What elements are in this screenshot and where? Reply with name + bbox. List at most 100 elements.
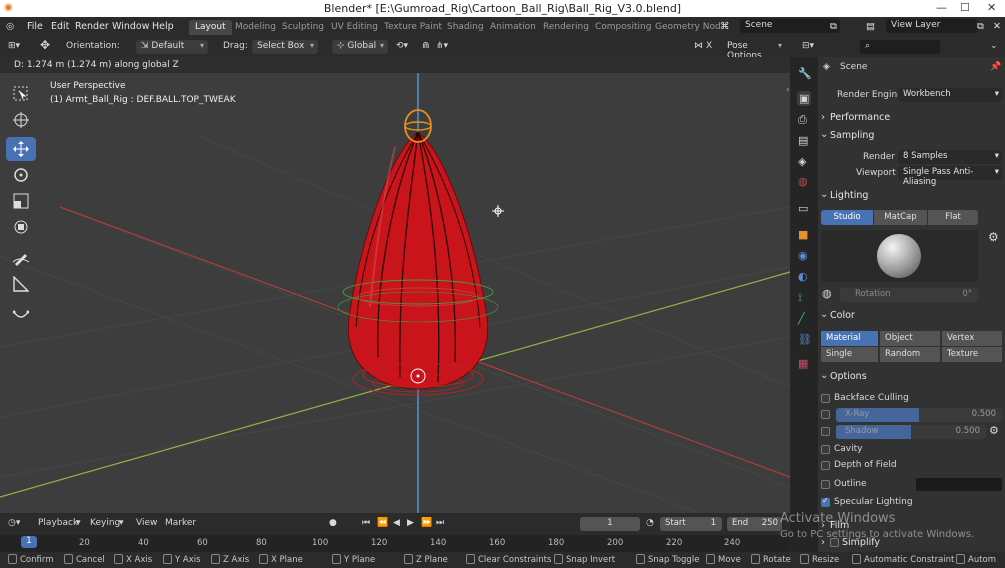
rotate-tool[interactable]	[6, 163, 36, 187]
prev-keyframe-icon[interactable]: ⏪	[377, 518, 388, 528]
stopwatch-icon[interactable]: ◔	[646, 518, 654, 528]
ball-mesh[interactable]	[347, 131, 489, 390]
color-random-button[interactable]: Random	[880, 347, 940, 362]
color-panel[interactable]: ⌄ Color	[818, 307, 1005, 325]
transform-tool[interactable]	[6, 215, 36, 239]
performance-panel[interactable]: › Performance	[818, 109, 1005, 127]
scene-field[interactable]: Scene	[740, 19, 840, 33]
object-tab-icon[interactable]: ■	[798, 228, 808, 241]
measure-tool[interactable]	[6, 272, 36, 296]
xray-checkbox[interactable]	[821, 410, 830, 419]
lighting-studio-button[interactable]: Studio	[821, 210, 873, 225]
scene-tab-icon[interactable]: ◈	[798, 155, 806, 168]
menu-window[interactable]: Window	[112, 21, 149, 32]
shadow-settings-icon[interactable]: ⚙	[989, 424, 999, 437]
view-layer-tab-icon[interactable]: ▤	[798, 134, 808, 147]
depth-of-field-checkbox[interactable]	[821, 461, 830, 470]
playback-menu[interactable]: Playback	[38, 518, 78, 528]
shadow-slider[interactable]: Shadow 0.500	[836, 425, 986, 439]
next-keyframe-icon[interactable]: ⏩	[421, 518, 432, 528]
world-space-lighting-icon[interactable]: ◍	[822, 287, 832, 300]
blender-menu-icon[interactable]: ◎	[6, 21, 14, 32]
constraint-tab-icon[interactable]: ⛓	[798, 333, 812, 346]
view-layer-field[interactable]: View Layer	[886, 19, 978, 33]
drag-dropdown[interactable]: Select Box ▾	[252, 40, 318, 54]
snap-target-icon[interactable]: ⋔▾	[436, 41, 448, 51]
menu-render[interactable]: Render	[75, 21, 109, 32]
orientation-dropdown[interactable]: ⇲ Default ▾	[136, 40, 208, 54]
menu-file[interactable]: File	[27, 21, 43, 32]
tab-sculpting[interactable]: Sculpting	[276, 20, 330, 35]
texture-tab-icon[interactable]: ▦	[798, 357, 808, 370]
viewport-aa-dropdown[interactable]: Single Pass Anti-Aliasing ▾	[898, 166, 1002, 187]
render-samples-dropdown[interactable]: 8 Samples ▾	[898, 150, 1002, 164]
options-panel[interactable]: ⌄ Options	[818, 368, 1005, 386]
view-layer-icon[interactable]: ▤	[866, 21, 875, 32]
keying-menu[interactable]: Keying	[90, 518, 120, 528]
tab-shading[interactable]: Shading	[441, 20, 490, 35]
copy-layer-icon[interactable]: ⧉	[977, 21, 984, 32]
tab-modeling[interactable]: Modeling	[229, 20, 282, 35]
lighting-flat-button[interactable]: Flat	[928, 210, 978, 225]
tab-layout[interactable]: Layout	[189, 20, 232, 35]
end-frame-field[interactable]: End 250	[727, 517, 782, 531]
menu-help[interactable]: Help	[152, 21, 174, 32]
pin-icon[interactable]: 📌	[990, 62, 1001, 72]
cursor-tool[interactable]	[6, 108, 36, 132]
rotation-field[interactable]: Rotation 0°	[840, 288, 978, 302]
color-texture-button[interactable]: Texture	[942, 347, 1002, 362]
render-engine-dropdown[interactable]: Workbench ▾	[898, 88, 1002, 102]
cavity-checkbox[interactable]	[821, 445, 830, 454]
close-icon[interactable]: ✕	[987, 1, 996, 14]
copy-scene-icon[interactable]: ⧉	[830, 21, 837, 32]
timeline-ruler[interactable]: 1 20 40 60 80 100 120 140 160 180 200 22…	[0, 535, 790, 552]
x-axis-lock[interactable]: X	[706, 41, 712, 51]
maximize-icon[interactable]: ☐	[960, 1, 970, 14]
studio-light-preview[interactable]	[821, 230, 978, 282]
shadow-checkbox[interactable]	[821, 427, 830, 436]
lighting-panel[interactable]: ⌄ Lighting	[818, 187, 1005, 205]
bone-roll-tool[interactable]	[6, 302, 36, 326]
transform-gizmo-icon[interactable]: ✥	[40, 38, 50, 52]
collection-tab-icon[interactable]: ▭	[798, 202, 808, 215]
editor-type-icon[interactable]: ⊞▾	[8, 41, 20, 51]
physics-tab-icon[interactable]: ◐	[798, 270, 808, 283]
record-icon[interactable]: ●	[329, 518, 337, 528]
transform-orientation-dropdown[interactable]: ⊹ Global ▾	[332, 40, 388, 54]
timeline-editor-icon[interactable]: ◷▾	[8, 518, 20, 528]
jump-start-icon[interactable]: ⏮	[362, 518, 370, 528]
marker-menu[interactable]: Marker	[165, 518, 196, 528]
modifier-tab-icon[interactable]: ◉	[798, 249, 808, 262]
outline-color-swatch[interactable]	[916, 478, 1002, 491]
bone-tab-icon[interactable]: ╱	[798, 312, 805, 325]
properties-options-icon[interactable]: ⌄	[990, 41, 998, 51]
pose-options-dropdown[interactable]: Pose Options ▾	[722, 40, 786, 61]
output-tab-icon[interactable]: ⎙	[798, 113, 807, 127]
menu-edit[interactable]: Edit	[51, 21, 69, 32]
sampling-panel[interactable]: ⌄ Sampling	[818, 127, 1005, 145]
view-menu[interactable]: View	[136, 518, 157, 528]
scene-selector-icon[interactable]: ⌘	[720, 21, 730, 32]
start-frame-field[interactable]: Start 1	[660, 517, 722, 531]
studio-light-settings-icon[interactable]: ⚙	[988, 230, 999, 244]
world-tab-icon[interactable]: ◍	[798, 175, 808, 188]
tab-geometry-nodes[interactable]: Geometry Nod	[649, 20, 727, 35]
play-reverse-icon[interactable]: ◀	[393, 518, 400, 528]
backface-culling-checkbox[interactable]	[821, 394, 830, 403]
tab-compositing[interactable]: Compositing	[589, 20, 657, 35]
color-single-button[interactable]: Single	[821, 347, 878, 362]
play-icon[interactable]: ▶	[407, 518, 414, 528]
move-tool[interactable]	[6, 137, 36, 161]
color-vertex-button[interactable]: Vertex	[942, 331, 1002, 346]
tab-animation[interactable]: Animation	[484, 20, 542, 35]
viewport-canvas[interactable]	[0, 57, 790, 513]
properties-search-field[interactable]: ⌕	[860, 40, 940, 54]
jump-end-icon[interactable]: ⏭	[436, 518, 444, 528]
lighting-matcap-button[interactable]: MatCap	[874, 210, 927, 225]
properties-editor-icon[interactable]: ⊟▾	[802, 41, 814, 51]
render-tab-icon[interactable]: ▣	[797, 91, 812, 106]
color-object-button[interactable]: Object	[880, 331, 940, 346]
outline-checkbox[interactable]	[821, 480, 830, 489]
tab-texture-paint[interactable]: Texture Paint	[378, 20, 448, 35]
tab-uv-editing[interactable]: UV Editing	[325, 20, 384, 35]
